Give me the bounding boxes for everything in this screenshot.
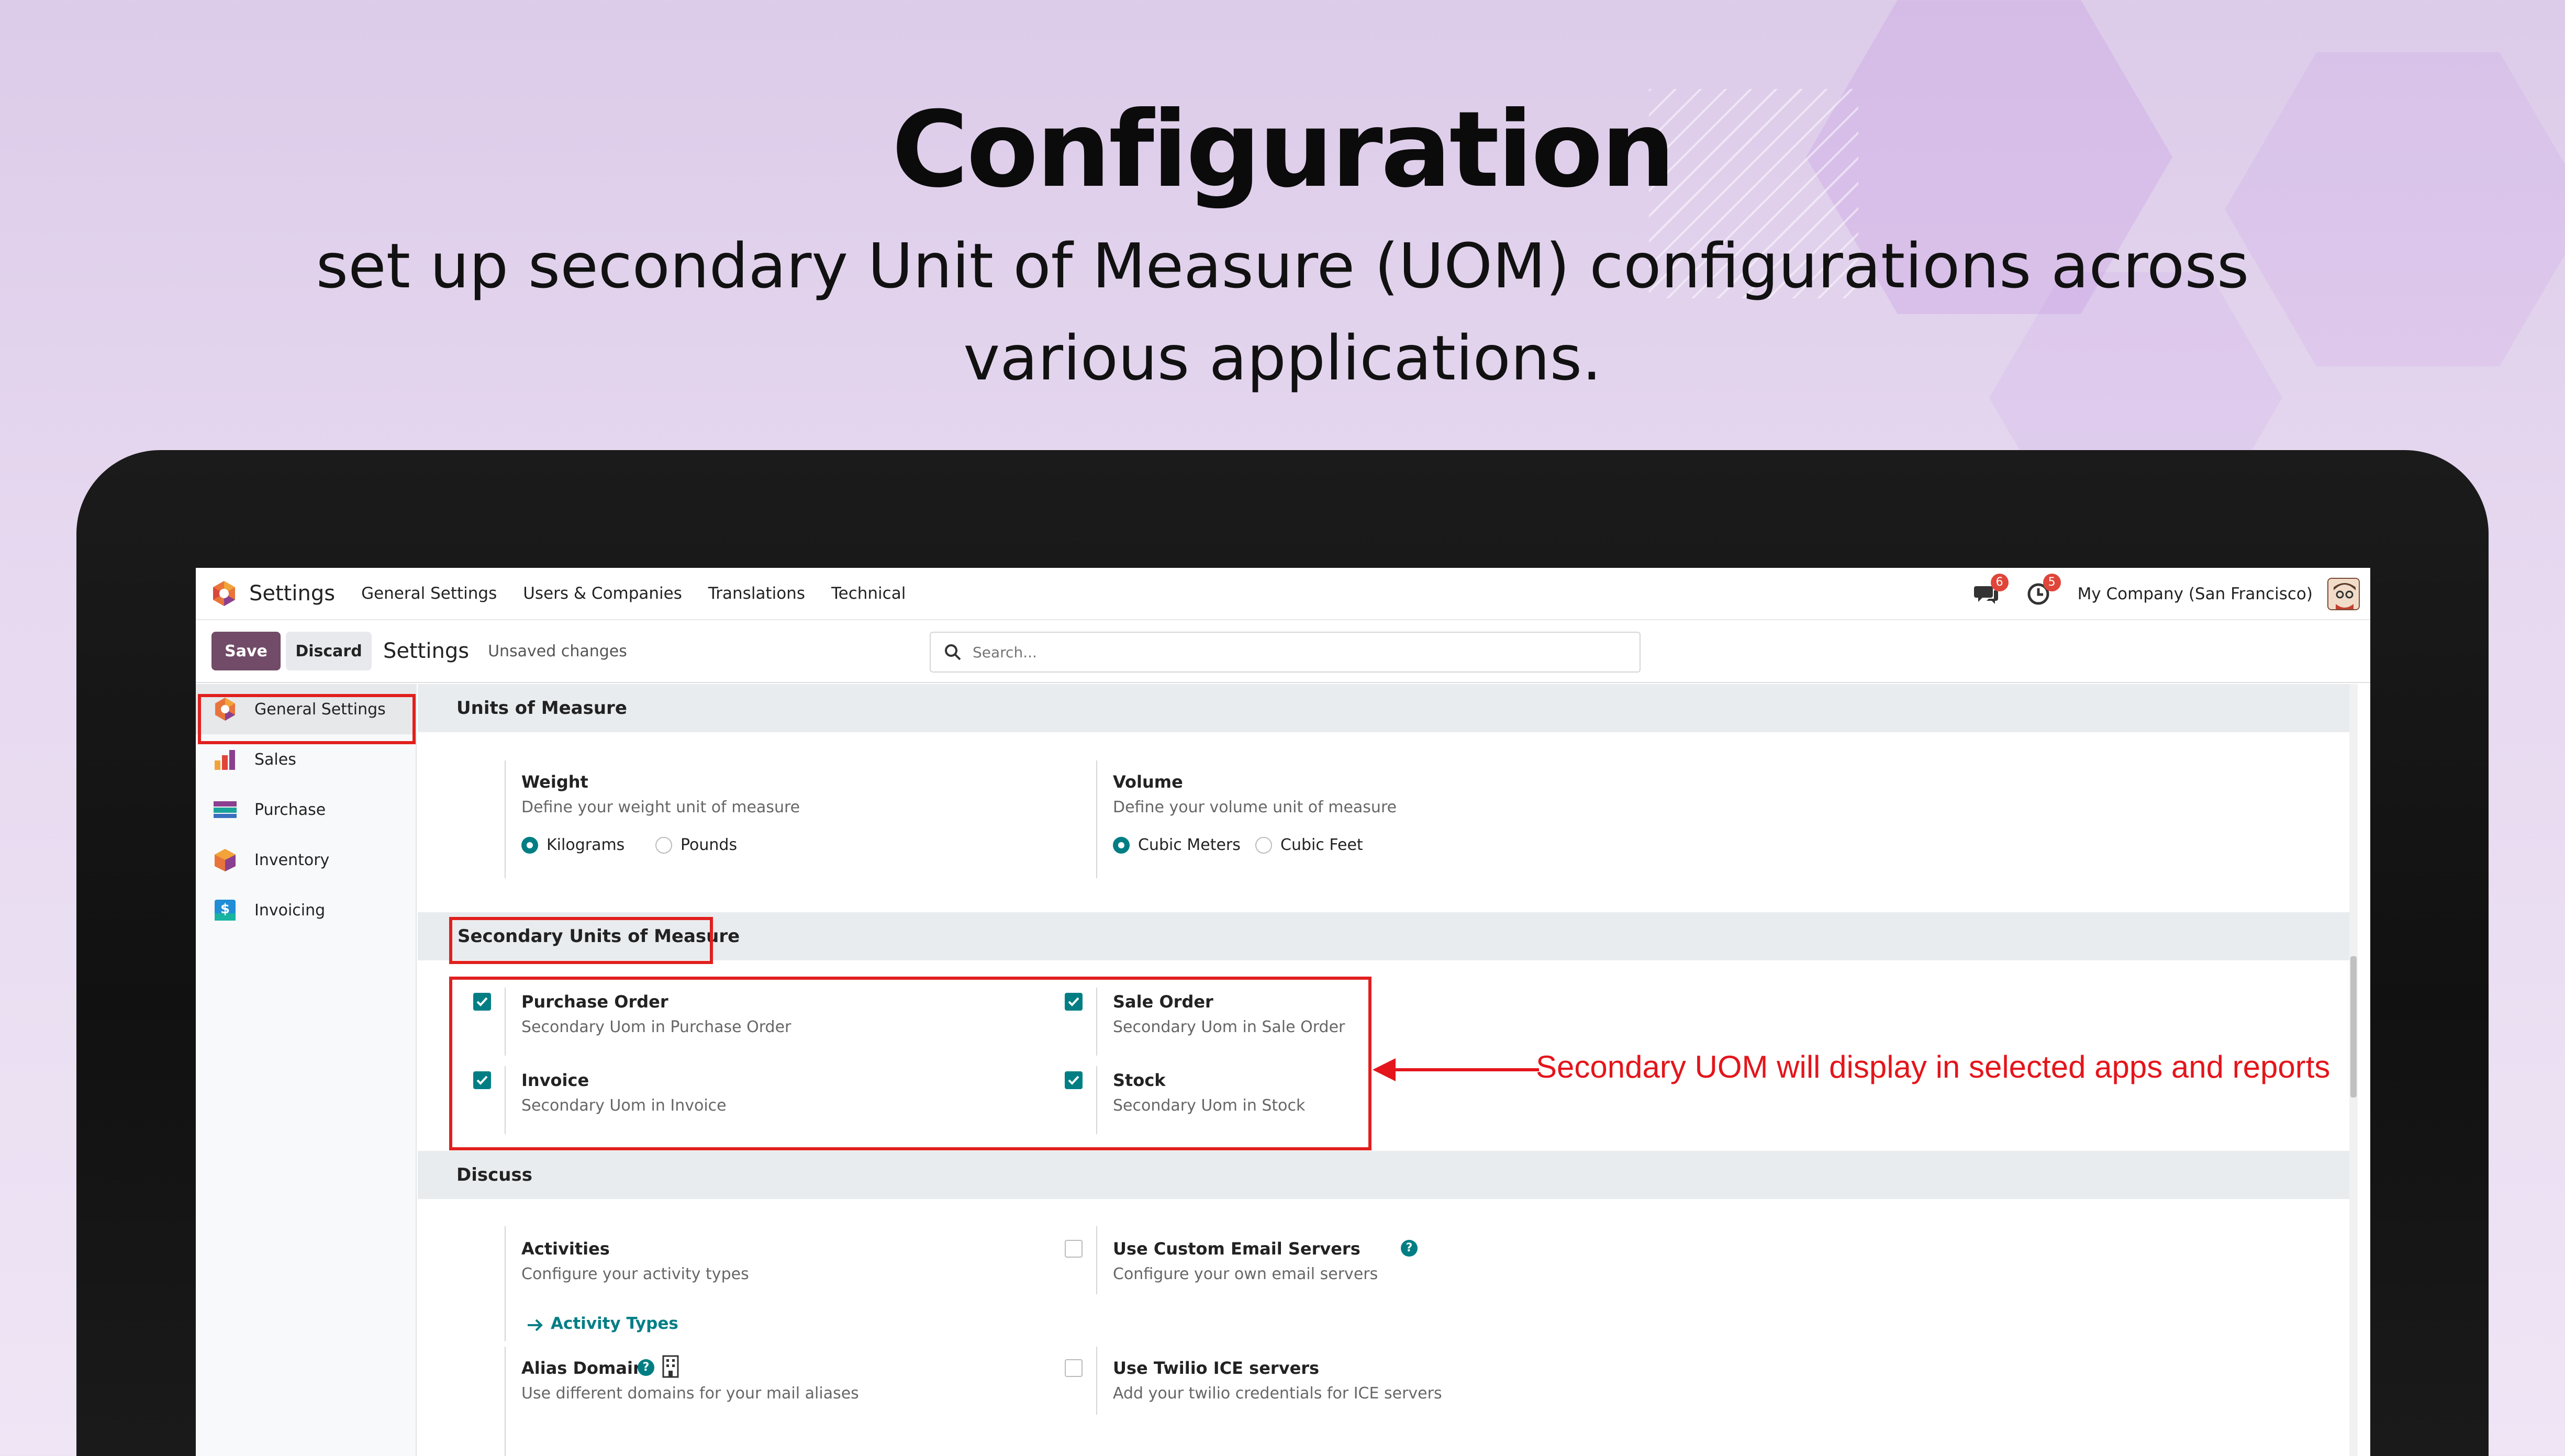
section-header-units: Units of Measure [418,684,2358,732]
setting-title: Alias Domain [521,1358,645,1378]
highlight-secondary-uom-heading [449,917,713,964]
setting-twilio-ice: Use Twilio ICE servers Add your twilio c… [1065,1347,1745,1415]
nav-general-settings[interactable]: General Settings [361,584,497,603]
control-panel: Save Discard Settings Unsaved changes [196,620,2370,683]
unsaved-status: Unsaved changes [488,642,627,660]
section-title: Units of Measure [456,698,627,719]
search-icon [945,644,961,660]
sidebar-label: Sales [254,750,296,769]
setting-description: Use different domains for your mail alia… [521,1384,859,1403]
radio-label: Pounds [681,836,738,854]
sidebar-label: Invoicing [254,901,326,920]
setting-volume: Volume Define your volume unit of measur… [1096,760,1672,878]
activity-types-link[interactable]: Activity Types [551,1314,678,1333]
user-face-icon [2328,579,2359,609]
nav-technical[interactable]: Technical [831,584,906,603]
highlight-general-settings [198,694,416,744]
nav-users-companies[interactable]: Users & Companies [523,584,682,603]
sidebar-item-purchase[interactable]: Purchase [196,785,417,835]
help-icon[interactable]: ? [638,1359,654,1376]
setting-title: Activities [521,1239,610,1259]
radio-cubic-feet[interactable] [1255,837,1272,854]
app-name[interactable]: Settings [249,581,335,606]
content-scrollbar[interactable] [2349,684,2358,1456]
search-box[interactable] [930,632,1641,673]
setting-description: Define your weight unit of measure [521,798,800,816]
page-title: Settings [383,639,470,663]
setting-title: Volume [1113,772,1183,792]
save-button[interactable]: Save [211,632,281,670]
sidebar-item-inventory[interactable]: Inventory [196,835,417,885]
invoicing-app-icon: $ [215,900,236,921]
activities-button[interactable]: 5 [2025,574,2061,607]
checkbox-custom-email-servers[interactable] [1065,1240,1083,1258]
user-avatar[interactable] [2327,578,2360,610]
svg-text:$: $ [220,901,230,917]
section-title: Discuss [456,1164,532,1185]
messages-badge: 6 [1990,574,2009,591]
radio-kilograms[interactable] [521,837,538,854]
radio-label: Cubic Meters [1138,836,1241,854]
search-input[interactable] [973,643,1601,661]
top-navbar: Settings General Settings Users & Compan… [196,568,2370,620]
navbar-systray: 6 5 My Company (San Francisco) [1973,568,2360,620]
annotation-text: Secondary UOM will display in selected a… [1536,1049,2330,1084]
radio-label: Kilograms [547,836,625,854]
section-header-discuss: Discuss [418,1151,2358,1199]
messages-button[interactable]: 6 [1973,574,2009,607]
discard-button[interactable]: Discard [286,632,372,670]
scrollbar-thumb[interactable] [2350,956,2357,1097]
setting-description: Configure your own email servers [1113,1265,1378,1283]
building-icon [662,1355,679,1378]
setting-description: Add your twilio credentials for ICE serv… [1113,1384,1442,1403]
sidebar-label: Purchase [254,800,326,819]
setting-title: Use Twilio ICE servers [1113,1358,1320,1378]
setting-activities: Activities Configure your activity types… [505,1226,1080,1341]
settings-sidebar: General Settings Sales Purchase Inventor… [196,684,417,1456]
setting-title: Weight [521,772,588,792]
setting-title: Use Custom Email Servers [1113,1239,1360,1259]
checkbox-twilio-ice[interactable] [1065,1359,1083,1377]
setting-custom-email-servers: Use Custom Email Servers ? Configure you… [1065,1226,1745,1294]
sidebar-label: Inventory [254,850,330,869]
activities-badge: 5 [2043,574,2061,591]
purchase-app-icon [214,801,237,818]
help-icon[interactable]: ? [1401,1240,1418,1257]
annotation-arrow-line [1392,1068,1539,1071]
sales-app-icon [215,750,235,770]
promo-subtitle: set up secondary Unit of Measure (UOM) c… [316,230,2249,394]
settings-logo-icon[interactable] [210,580,238,607]
setting-description: Define your volume unit of measure [1113,798,1397,816]
radio-label: Cubic Feet [1280,836,1363,854]
company-switcher[interactable]: My Company (San Francisco) [2078,585,2313,603]
setting-alias-domain: Alias Domain ? Use different domains for… [505,1347,1080,1456]
promo-title: Configuration [891,89,1675,211]
setting-weight: Weight Define your weight unit of measur… [505,760,1080,878]
highlight-secondary-uom-options [449,977,1371,1150]
radio-pounds[interactable] [655,837,672,854]
sidebar-item-invoicing[interactable]: $ Invoicing [196,885,417,935]
setting-description: Configure your activity types [521,1265,749,1283]
nav-translations[interactable]: Translations [708,584,805,603]
radio-cubic-meters[interactable] [1113,837,1130,854]
arrow-right-icon [528,1319,543,1331]
inventory-app-icon [215,849,236,871]
